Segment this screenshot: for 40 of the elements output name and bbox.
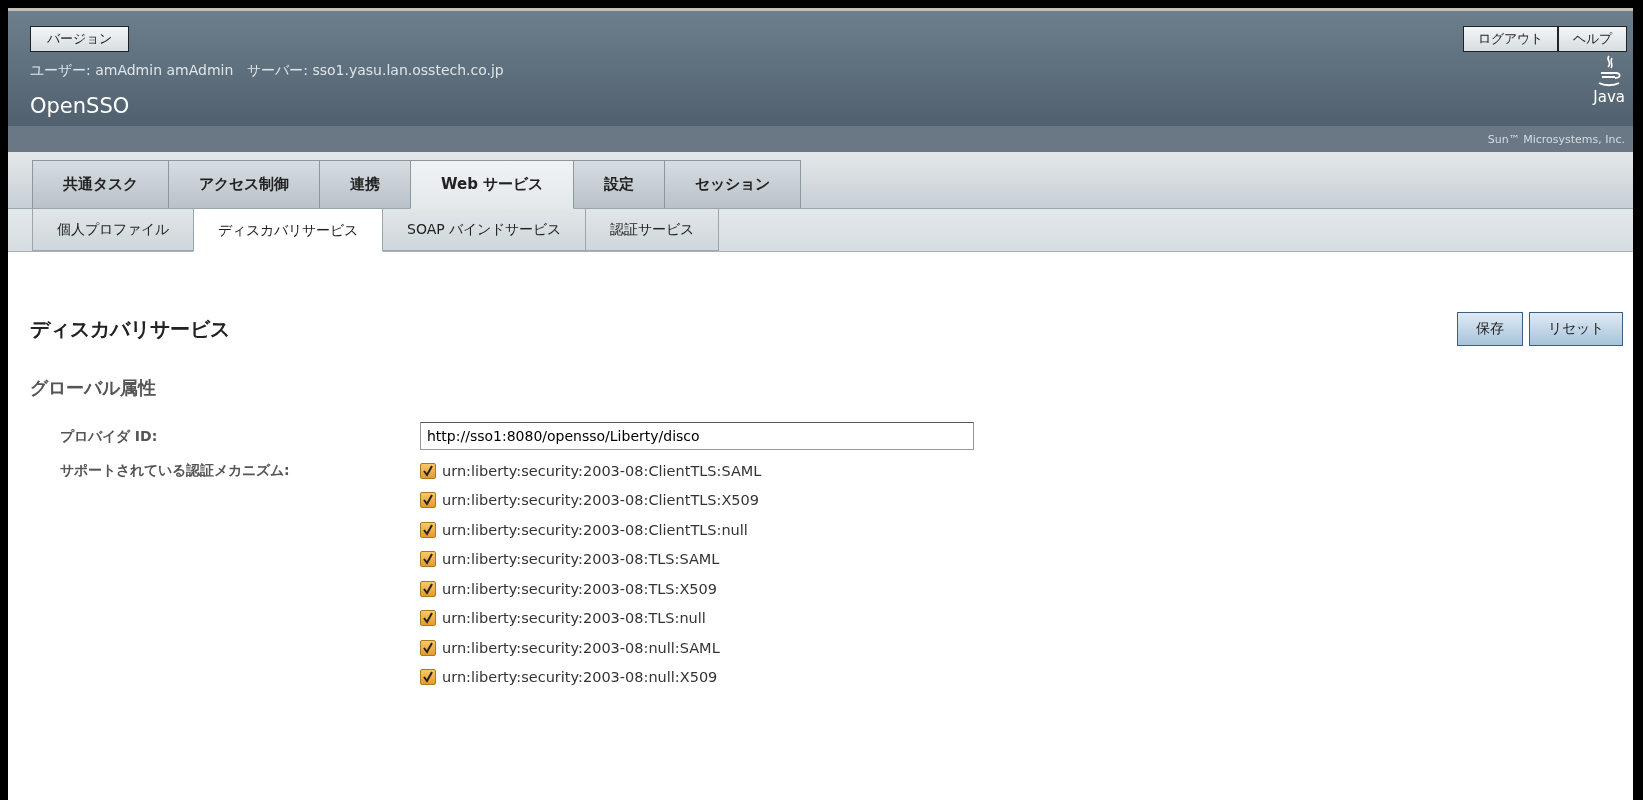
field-label: プロバイダ ID: (59, 427, 159, 446)
page-title: ディスカバリサービス (30, 315, 230, 343)
checkbox-label: urn:liberty:security:2003-08:TLS:null (442, 610, 706, 627)
checkbox[interactable] (420, 492, 436, 509)
nav-tab[interactable]: 共通タスク (32, 160, 169, 208)
nav-tab[interactable]: Web サービス (410, 160, 575, 209)
checkbox-label: urn:liberty:security:2003-08:TLS:SAML (442, 551, 720, 568)
checkbox-label: urn:liberty:security:2003-08:ClientTLS:X509 (442, 492, 760, 509)
sub-tab[interactable]: 個人プロファイル (32, 209, 194, 251)
sub-tab[interactable]: 認証サービス (585, 209, 720, 251)
checkbox-label: urn:liberty:security:2003-08:null:SAML (442, 639, 720, 656)
provider-id-field[interactable]: http://sso1:8080/opensso/Liberty/disco (420, 422, 974, 450)
product-name: OpenSSO (30, 94, 131, 118)
checkbox-label: urn:liberty:security:2003-08:null:X509 (442, 669, 718, 686)
action-button[interactable]: リセット (1529, 312, 1623, 346)
checkbox[interactable] (420, 462, 436, 479)
checkbox[interactable] (420, 639, 436, 656)
nav-tab[interactable]: セッション (664, 160, 802, 208)
coffee-cup-icon (1596, 54, 1623, 88)
action-button[interactable]: 保存 (1457, 312, 1523, 346)
nav-tab[interactable]: 設定 (573, 160, 666, 208)
checkbox-label: urn:liberty:security:2003-08:ClientTLS:SAML (442, 462, 762, 479)
checkbox-label: urn:liberty:security:2003-08:TLS:X509 (442, 580, 718, 597)
header-button[interactable]: ログアウト (1463, 26, 1558, 52)
vendor-name: Sun™ Microsystems, Inc. (1487, 132, 1625, 146)
nav-tab[interactable]: アクセス制御 (168, 160, 320, 208)
logo-text: Java (1593, 88, 1625, 106)
checkbox-label: urn:liberty:security:2003-08:ClientTLS:null (442, 521, 748, 538)
checkbox[interactable] (420, 551, 436, 568)
user-info: ユーザー: amAdmin amAdmin サーバー: sso1.yasu.lan.osstech.co.jp (30, 62, 504, 80)
version-button[interactable]: バージョン (30, 26, 129, 52)
nav-tab[interactable]: 連携 (319, 160, 411, 208)
checkbox[interactable] (420, 610, 436, 627)
header-button[interactable]: ヘルプ (1558, 26, 1627, 52)
sub-tab[interactable]: ディスカバリサービス (193, 209, 383, 252)
checkbox[interactable] (420, 521, 436, 538)
checkbox[interactable] (420, 580, 436, 597)
section-title: グローバル属性 (30, 376, 157, 400)
field-label: サポートされている認証メカニズム: (59, 461, 291, 480)
checkbox[interactable] (420, 669, 436, 686)
